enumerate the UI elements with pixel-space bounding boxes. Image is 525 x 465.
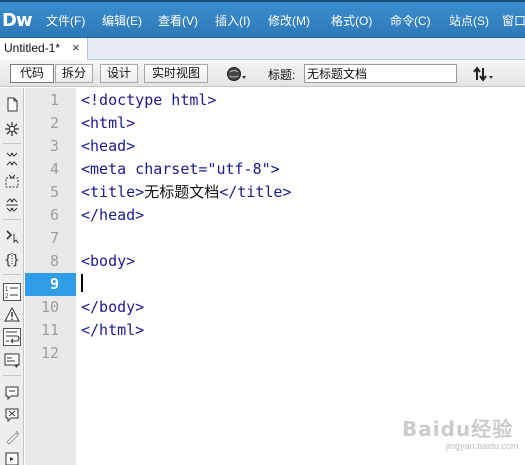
split-view-button[interactable]: 拆分	[55, 64, 93, 83]
expand-all-icon[interactable]	[3, 196, 21, 214]
line-number: 2	[49, 114, 59, 132]
watermark-brand: Baidu经验	[402, 417, 514, 441]
document-tab-name: Untitled-1*	[4, 41, 61, 55]
svg-text:2: 2	[5, 294, 9, 300]
code-line: </html>	[81, 321, 145, 339]
text-cursor	[81, 274, 83, 292]
menu-site[interactable]: 站点(S)	[449, 12, 489, 30]
line-number: 3	[49, 137, 59, 155]
title-close-tag: </title>	[219, 183, 292, 201]
open-documents-icon[interactable]	[3, 96, 21, 114]
dreamweaver-logo: Dw	[2, 10, 33, 31]
code-editor[interactable]: <!doctype html> <html> <head> <meta char…	[76, 88, 525, 465]
menu-format[interactable]: 格式(O)	[331, 12, 372, 30]
live-view-button[interactable]: 实时视图	[144, 64, 208, 83]
code-line: <html>	[81, 114, 136, 132]
up-down-arrows-icon	[473, 66, 493, 82]
apply-comment-icon[interactable]	[3, 384, 21, 402]
design-view-button[interactable]: 设计	[100, 64, 138, 83]
code-view-button[interactable]: 代码	[10, 64, 54, 83]
menu-window[interactable]: 窗口	[502, 12, 525, 30]
collapse-full-tag-icon[interactable]	[3, 150, 21, 168]
code-line: <head>	[81, 137, 136, 155]
recent-snippets-icon[interactable]	[3, 450, 21, 465]
line-number: 6	[49, 206, 59, 224]
code-line: <meta charset="utf-8">	[81, 160, 280, 178]
preview-in-browser-button[interactable]	[226, 65, 248, 83]
line-number: 8	[49, 252, 59, 270]
code-line-title: <title>无标题文档</title>	[81, 181, 291, 204]
title-text: 无标题文档	[144, 183, 220, 201]
menu-insert[interactable]: 插入(I)	[215, 12, 250, 30]
menu-edit[interactable]: 编辑(E)	[102, 12, 142, 30]
balance-braces-icon[interactable]: {}	[3, 250, 21, 268]
line-number-active: 9	[49, 275, 59, 293]
line-number: 5	[49, 183, 59, 201]
document-title-input[interactable]	[304, 64, 457, 83]
code-line: <body>	[81, 252, 136, 270]
document-tab[interactable]: Untitled-1* ×	[0, 38, 88, 60]
collapse-selection-icon[interactable]	[3, 173, 21, 191]
document-tab-bar: Untitled-1* ×	[0, 38, 525, 60]
show-code-navigator-icon[interactable]	[3, 120, 21, 138]
syntax-coloring-icon[interactable]	[3, 351, 21, 369]
title-label: 标题:	[268, 68, 296, 82]
title-open-tag: <title>	[81, 183, 145, 201]
wrap-tag-icon[interactable]	[3, 428, 21, 446]
line-numbers-icon[interactable]: 12	[3, 283, 21, 301]
line-number: 1	[49, 91, 59, 109]
menu-bar: Dw 文件(F) 编辑(E) 查看(V) 插入(I) 修改(M) 格式(O) 命…	[0, 0, 525, 38]
word-wrap-icon[interactable]	[3, 328, 21, 346]
menu-commands[interactable]: 命令(C)	[390, 12, 431, 30]
code-line: <!doctype html>	[81, 91, 217, 109]
document-toolbar: 代码 拆分 设计 实时视图 标题:	[0, 60, 525, 87]
line-number: 4	[49, 160, 59, 178]
remove-comment-icon[interactable]	[3, 406, 21, 424]
coding-toolbar: {} 12	[0, 88, 24, 465]
svg-text:1: 1	[5, 287, 9, 293]
line-number: 11	[40, 321, 59, 339]
globe-icon	[227, 67, 246, 81]
code-line: </body>	[81, 298, 145, 316]
watermark-url: jingyan.baidu.com	[446, 441, 519, 451]
file-management-button[interactable]	[472, 65, 496, 83]
menu-view[interactable]: 查看(V)	[158, 12, 198, 30]
line-number: 10	[40, 298, 59, 316]
code-line: </head>	[81, 206, 145, 224]
menu-file[interactable]: 文件(F)	[46, 12, 85, 30]
close-icon[interactable]: ×	[72, 40, 80, 56]
highlight-invalid-code-icon[interactable]	[3, 306, 21, 324]
menu-modify[interactable]: 修改(M)	[268, 12, 310, 30]
window-top-border	[0, 0, 525, 2]
baidu-watermark: Baidu经验 jingyan.baidu.com	[402, 413, 520, 459]
line-number: 12	[40, 344, 59, 362]
select-parent-tag-icon[interactable]	[3, 227, 21, 245]
line-number: 7	[49, 229, 59, 247]
